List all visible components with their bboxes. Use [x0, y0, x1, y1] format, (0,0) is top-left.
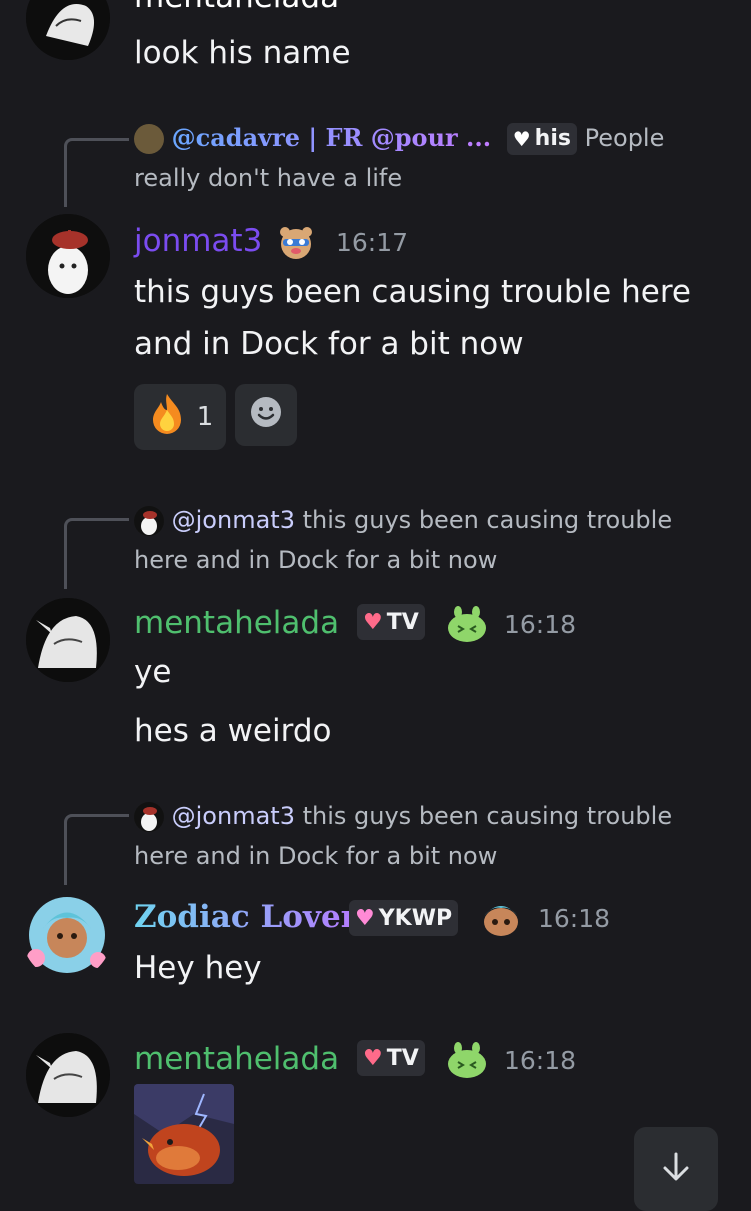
reply-preview[interactable]: @jonmat3 this guys been causing trouble …: [134, 500, 734, 580]
reply-spine: [64, 138, 129, 207]
role-tag: ♥ TV: [357, 604, 425, 640]
message-text: Hey hey: [134, 950, 262, 986]
attached-image[interactable]: [134, 1084, 234, 1184]
reply-spine: [64, 518, 129, 589]
reply-text-2: here and in Dock for a bit now: [134, 842, 498, 870]
avatar[interactable]: [26, 214, 110, 298]
scroll-down-button[interactable]: [634, 1127, 718, 1211]
avatar[interactable]: [26, 598, 110, 682]
reply-avatar: [134, 124, 164, 154]
role-tag: ♥ TV: [357, 1040, 425, 1076]
heart-icon: ♥: [512, 127, 531, 151]
avatar[interactable]: [26, 0, 110, 60]
smiley-icon: [249, 395, 283, 436]
reply-spine: [64, 814, 129, 885]
hamster-emoji-icon: [276, 222, 316, 262]
timestamp: 16:18: [504, 1046, 577, 1075]
slime-emoji-icon: [446, 1040, 486, 1080]
reply-text: People: [584, 124, 665, 152]
reply-preview[interactable]: @cadavre | FR @pour ... ♥ his People rea…: [134, 118, 734, 198]
avatar[interactable]: [22, 890, 112, 980]
reply-role-tag: ♥ his: [506, 123, 577, 155]
reply-author[interactable]: @cadavre | FR @pour ...: [172, 123, 491, 152]
username[interactable]: mentahelada: [134, 604, 339, 642]
reply-text-2: really don't have a life: [134, 164, 403, 192]
role-tag: ♥ YKWP: [349, 900, 459, 936]
reply-author[interactable]: @jonmat3: [172, 506, 295, 534]
username[interactable]: mentahelada: [134, 1040, 339, 1078]
timestamp: 16:18: [538, 904, 611, 933]
timestamp: 16:17: [336, 228, 409, 257]
heart-icon: ♥: [363, 609, 383, 635]
reaction-count: 1: [196, 402, 214, 432]
slime-emoji-icon: [446, 604, 486, 644]
add-reaction-button[interactable]: [235, 384, 297, 446]
reply-avatar: [134, 506, 164, 536]
reply-text-2: here and in Dock for a bit now: [134, 546, 498, 574]
message-text: ye: [134, 654, 172, 690]
reply-avatar: [134, 802, 164, 832]
arrow-down-icon: [659, 1150, 693, 1188]
username[interactable]: Zodiac Lover: [134, 898, 357, 936]
reaction-fire[interactable]: 1: [134, 384, 226, 450]
avatar[interactable]: [26, 1033, 110, 1117]
fire-icon: [147, 392, 187, 443]
character-emoji-icon: [480, 898, 520, 938]
message-text: this guys been causing trouble here: [134, 274, 691, 310]
message-text: hes a weirdo: [134, 713, 332, 749]
reply-text: this guys been causing trouble: [302, 506, 673, 534]
message-text: look his name: [134, 35, 351, 71]
message-text: and in Dock for a bit now: [134, 326, 524, 362]
reply-text: this guys been causing trouble: [302, 802, 673, 830]
reply-author[interactable]: @jonmat3: [172, 802, 295, 830]
username[interactable]: jonmat3: [134, 222, 262, 260]
heart-icon: ♥: [363, 1045, 383, 1071]
timestamp: 16:18: [504, 610, 577, 639]
reply-preview[interactable]: @jonmat3 this guys been causing trouble …: [134, 796, 734, 876]
username[interactable]: mentahelada: [134, 0, 339, 16]
flame-heart-icon: ♥: [355, 905, 375, 931]
